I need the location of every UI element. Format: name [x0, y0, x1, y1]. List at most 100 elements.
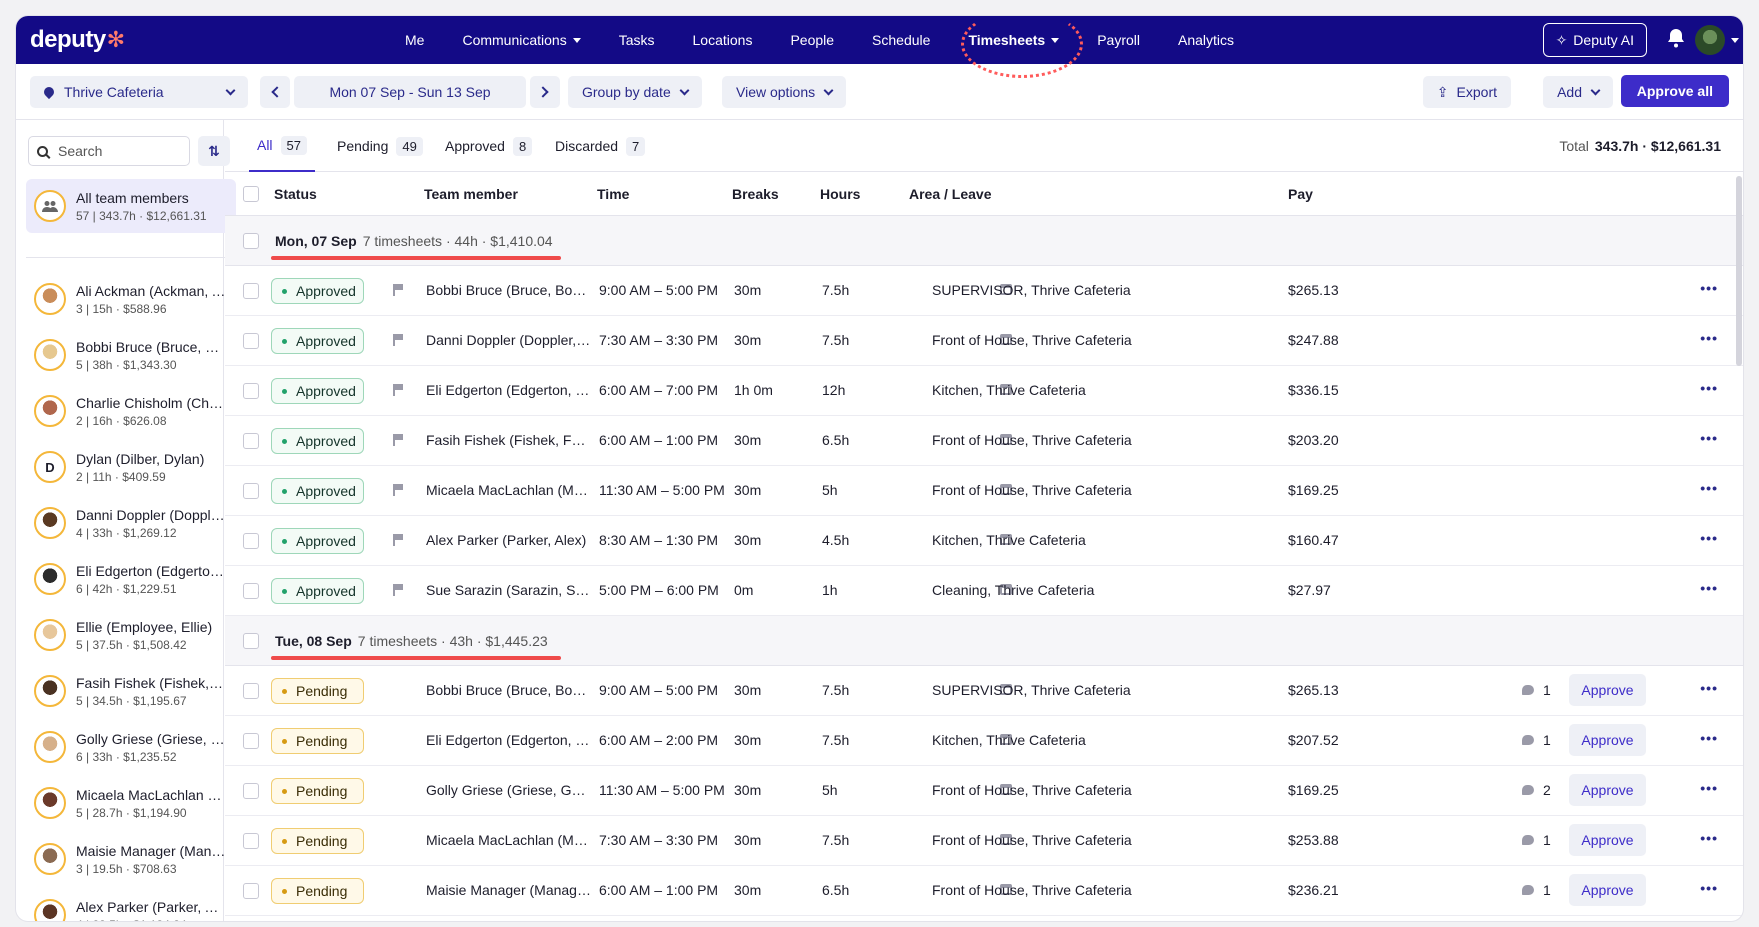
export-button[interactable]: ⇪ Export [1422, 76, 1511, 108]
more-options-icon[interactable]: ••• [1700, 730, 1718, 746]
deputy-ai-button[interactable]: ✧ Deputy AI [1542, 23, 1647, 57]
nav-tasks[interactable]: Tasks [600, 16, 674, 64]
team-member[interactable]: Danni Doppler (Doppler, ... [426, 332, 591, 348]
deputy-logo[interactable]: deputy ✻ [30, 26, 125, 54]
table-row[interactable]: Pending Bobbi Bruce (Bruce, Bobbi) 9:00 … [225, 666, 1743, 716]
table-row[interactable]: Approved Sue Sarazin (Sarazin, Sue) 5:00… [225, 566, 1743, 616]
group-by-select[interactable]: Group by date [568, 76, 702, 108]
nav-communications[interactable]: Communications [443, 16, 599, 64]
flag-icon[interactable] [393, 334, 403, 346]
more-options-icon[interactable]: ••• [1700, 680, 1718, 696]
approve-button[interactable]: Approve [1569, 824, 1646, 856]
more-options-icon[interactable]: ••• [1700, 880, 1718, 896]
col-breaks[interactable]: Breaks [732, 186, 779, 202]
prev-week-button[interactable] [260, 76, 290, 108]
bell-icon[interactable] [1667, 28, 1685, 51]
table-row[interactable]: Pending Maisie Manager (Manager... 6:00 … [225, 866, 1743, 916]
nav-locations[interactable]: Locations [674, 16, 772, 64]
row-checkbox[interactable] [243, 583, 259, 599]
more-options-icon[interactable]: ••• [1700, 430, 1718, 446]
col-status[interactable]: Status [274, 186, 317, 202]
table-row[interactable]: Approved Eli Edgerton (Edgerton, Eli) 6:… [225, 366, 1743, 416]
table-row[interactable]: Approved Danni Doppler (Doppler, ... 7:3… [225, 316, 1743, 366]
team-member[interactable]: Alex Parker (Parker, Alex) [426, 532, 591, 548]
table-row[interactable]: Pending Micaela MacLachlan (Mac... 7:30 … [225, 816, 1743, 866]
sidebar-member[interactable]: Bobbi Bruce (Bruce, Bobbi) 5 | 38h · $1,… [26, 329, 236, 381]
approve-button[interactable]: Approve [1569, 724, 1646, 756]
comment-icon[interactable] [1522, 685, 1534, 695]
row-checkbox[interactable] [243, 383, 259, 399]
flag-icon[interactable] [393, 484, 403, 496]
team-member[interactable]: Eli Edgerton (Edgerton, Eli) [426, 382, 591, 398]
approve-button[interactable]: Approve [1569, 774, 1646, 806]
more-options-icon[interactable]: ••• [1700, 480, 1718, 496]
table-row[interactable]: Approved Bobbi Bruce (Bruce, Bobbi) 9:00… [225, 266, 1743, 316]
row-checkbox[interactable] [243, 783, 259, 799]
table-row[interactable]: Pending Golly Griese (Griese, Golly) 11:… [225, 766, 1743, 816]
sidebar-member[interactable]: Maisie Manager (Manager, Maisie) 3 | 19.… [26, 833, 236, 885]
row-checkbox[interactable] [243, 333, 259, 349]
sidebar-member[interactable]: Charlie Chisholm (Chisholm, Charlie) 2 |… [26, 385, 236, 437]
row-checkbox[interactable] [243, 833, 259, 849]
scrollbar[interactable] [1735, 172, 1743, 382]
approve-all-button[interactable]: Approve all [1620, 75, 1729, 107]
comment-icon[interactable] [1522, 885, 1534, 895]
nav-me[interactable]: Me [386, 16, 443, 64]
chevron-down-icon[interactable] [1731, 38, 1739, 43]
tab-pending[interactable]: Pending 49 [337, 120, 423, 172]
more-options-icon[interactable]: ••• [1700, 580, 1718, 596]
flag-icon[interactable] [393, 384, 403, 396]
row-checkbox[interactable] [243, 283, 259, 299]
next-week-button[interactable] [530, 76, 560, 108]
team-member[interactable]: Micaela MacLachlan (Mac... [426, 832, 591, 848]
more-options-icon[interactable]: ••• [1700, 330, 1718, 346]
comment-icon[interactable] [1522, 785, 1534, 795]
more-options-icon[interactable]: ••• [1700, 280, 1718, 296]
sidebar-member[interactable]: Ali Ackman (Ackman, Ali) 3 | 15h · $588.… [26, 273, 236, 325]
user-avatar[interactable] [1695, 25, 1725, 55]
comment-icon[interactable] [1522, 735, 1534, 745]
table-row[interactable]: Approved Alex Parker (Parker, Alex) 8:30… [225, 516, 1743, 566]
nav-payroll[interactable]: Payroll [1078, 16, 1159, 64]
table-row[interactable]: Pending Eli Edgerton (Edgerton, Eli) 6:0… [225, 716, 1743, 766]
sidebar-member[interactable]: Eli Edgerton (Edgerton, Eli) 6 | 42h · $… [26, 553, 236, 605]
add-button[interactable]: Add [1543, 76, 1613, 108]
team-member[interactable]: Bobbi Bruce (Bruce, Bobbi) [426, 282, 591, 298]
team-member[interactable]: Bobbi Bruce (Bruce, Bobbi) [426, 682, 591, 698]
tab-discarded[interactable]: Discarded 7 [555, 120, 646, 172]
select-all-checkbox[interactable] [243, 186, 259, 202]
team-member[interactable]: Sue Sarazin (Sarazin, Sue) [426, 582, 591, 598]
tab-approved[interactable]: Approved 8 [445, 120, 533, 172]
team-member[interactable]: Eli Edgerton (Edgerton, Eli) [426, 732, 591, 748]
tab-all[interactable]: All 57 [249, 120, 315, 172]
more-options-icon[interactable]: ••• [1700, 530, 1718, 546]
flag-icon[interactable] [393, 434, 403, 446]
sidebar-member[interactable]: Micaela MacLachlan (MacLachlan, Micaela)… [26, 777, 236, 829]
row-checkbox[interactable] [243, 433, 259, 449]
flag-icon[interactable] [393, 534, 403, 546]
sidebar-member[interactable]: Fasih Fishek (Fishek, Fasih) 5 | 34.5h ·… [26, 665, 236, 717]
sidebar-member[interactable]: Danni Doppler (Doppler, Danni) 4 | 33h ·… [26, 497, 236, 549]
nav-analytics[interactable]: Analytics [1159, 16, 1253, 64]
view-options-select[interactable]: View options [722, 76, 847, 108]
comment-icon[interactable] [1522, 835, 1534, 845]
date-range[interactable]: Mon 07 Sep - Sun 13 Sep [294, 76, 526, 108]
flag-icon[interactable] [393, 284, 403, 296]
nav-timesheets[interactable]: Timesheets [949, 16, 1078, 64]
team-member[interactable]: Maisie Manager (Manager... [426, 882, 591, 898]
sidebar-member[interactable]: Ellie (Employee, Ellie) 5 | 37.5h · $1,5… [26, 609, 236, 661]
group-checkbox[interactable] [243, 633, 259, 649]
table-row[interactable]: Approved Micaela MacLachlan (Mac... 11:3… [225, 466, 1743, 516]
col-time[interactable]: Time [597, 186, 629, 202]
row-checkbox[interactable] [243, 733, 259, 749]
more-options-icon[interactable]: ••• [1700, 780, 1718, 796]
team-member[interactable]: Fasih Fishek (Fishek, Fasih) [426, 432, 591, 448]
flag-icon[interactable] [393, 584, 403, 596]
approve-button[interactable]: Approve [1569, 674, 1646, 706]
nav-schedule[interactable]: Schedule [853, 16, 949, 64]
team-member[interactable]: Micaela MacLachlan (Mac... [426, 482, 591, 498]
more-options-icon[interactable]: ••• [1700, 380, 1718, 396]
col-pay[interactable]: Pay [1288, 186, 1313, 202]
table-row[interactable]: Approved Fasih Fishek (Fishek, Fasih) 6:… [225, 416, 1743, 466]
group-checkbox[interactable] [243, 233, 259, 249]
